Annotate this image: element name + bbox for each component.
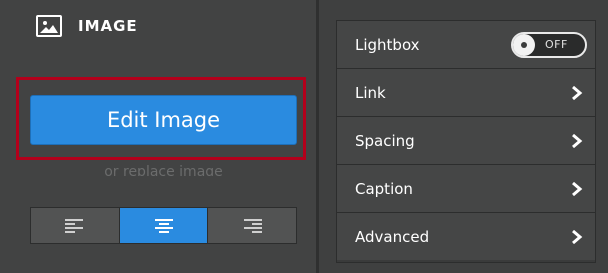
- caption-label: Caption: [355, 179, 413, 198]
- advanced-label: Advanced: [355, 227, 430, 246]
- align-right-button[interactable]: [208, 208, 297, 243]
- toggle-dot-icon: [521, 41, 527, 48]
- align-left-icon: [64, 218, 83, 233]
- edit-image-button[interactable]: Edit Image: [30, 95, 297, 145]
- chevron-right-icon: [572, 85, 583, 100]
- lightbox-row: Lightbox OFF: [337, 21, 595, 69]
- spacing-row[interactable]: Spacing: [337, 117, 595, 165]
- chevron-right-icon: [572, 133, 583, 148]
- link-row[interactable]: Link: [337, 69, 595, 117]
- align-left-button[interactable]: [31, 208, 120, 243]
- panel-header: IMAGE: [36, 13, 138, 39]
- advanced-row[interactable]: Advanced: [337, 213, 595, 260]
- align-center-button[interactable]: [119, 208, 209, 243]
- replace-image-link[interactable]: or replace image: [30, 160, 297, 176]
- link-label: Link: [355, 83, 386, 102]
- panel-divider: [316, 0, 319, 273]
- image-panel: IMAGE Edit Image or replace image: [0, 0, 316, 273]
- image-icon: [36, 15, 62, 37]
- settings-list: Lightbox OFF Link Spacing Caption Advanc…: [336, 20, 596, 263]
- chevron-right-icon: [572, 181, 583, 196]
- panel-title: IMAGE: [78, 17, 138, 35]
- caption-row[interactable]: Caption: [337, 165, 595, 213]
- toggle-knob: [513, 33, 535, 56]
- lightbox-toggle[interactable]: OFF: [511, 31, 587, 58]
- alignment-group: [30, 207, 297, 244]
- align-right-icon: [244, 218, 263, 233]
- align-center-icon: [154, 218, 173, 233]
- spacing-label: Spacing: [355, 131, 415, 150]
- toggle-state-text: OFF: [545, 38, 568, 51]
- chevron-right-icon: [572, 229, 583, 244]
